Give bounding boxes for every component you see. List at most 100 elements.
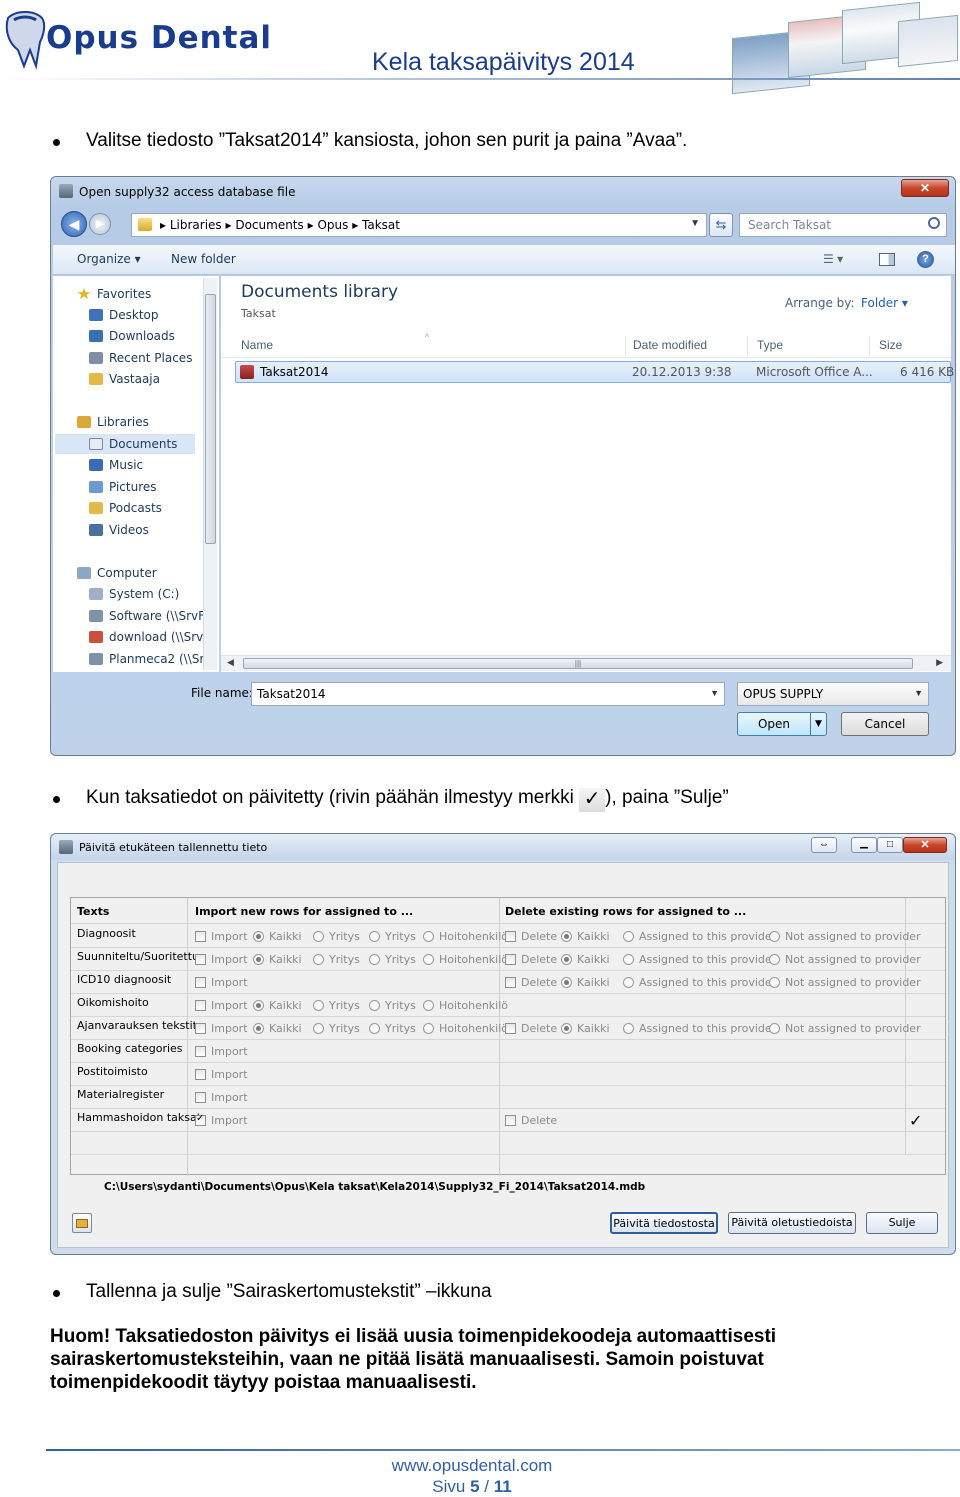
nav-desktop[interactable]: Desktop [89, 305, 159, 325]
import-option-radio[interactable]: Hoitohenkilö [423, 948, 508, 971]
nav-vastaaja[interactable]: Vastaaja [89, 369, 160, 389]
footer-url[interactable]: www.opusdental.com [0, 1456, 944, 1476]
import-checkbox[interactable]: ✓ Import [195, 1109, 248, 1132]
delete-option-radio[interactable]: Assigned to this provider [623, 971, 776, 994]
file-name-input[interactable]: Taksat2014 ▼ [251, 682, 725, 706]
nav-downloads[interactable]: Downloads [89, 326, 175, 346]
back-button[interactable]: ◀ [61, 211, 87, 237]
delete-option-radio[interactable]: Kaikki [561, 1017, 610, 1040]
delete-option-radio[interactable]: Not assigned to provider [769, 925, 921, 948]
delete-checkbox[interactable]: Delete [505, 925, 557, 948]
nav-videos[interactable]: Videos [89, 520, 149, 540]
preview-pane-icon[interactable] [879, 253, 895, 266]
import-option-radio[interactable]: Kaikki [253, 1017, 302, 1040]
import-option-radio[interactable]: Kaikki [253, 925, 302, 948]
delete-option-radio[interactable]: Not assigned to provider [769, 1017, 921, 1040]
update-from-defaults-button[interactable]: Päivitä oletustiedoista [728, 1212, 856, 1234]
breadcrumb-libraries[interactable]: Libraries [170, 218, 222, 232]
nav-recent-places[interactable]: Recent Places [89, 348, 192, 368]
import-checkbox[interactable]: Import [195, 1040, 248, 1063]
col-size[interactable]: Size [879, 332, 902, 358]
open-dropdown-icon[interactable]: ▼ [810, 713, 826, 735]
arrange-by-dropdown[interactable]: Folder ▾ [861, 296, 908, 310]
chevron-down-icon[interactable]: ▼ [914, 688, 923, 698]
forward-button[interactable]: ▶ [89, 213, 111, 235]
import-option-radio[interactable]: Yritys [369, 994, 416, 1017]
import-option-radio[interactable]: Yritys [369, 948, 416, 971]
minimize-button[interactable]: ▁ [851, 837, 877, 853]
delete-option-radio[interactable]: Not assigned to provider [769, 948, 921, 971]
scroll-left-icon[interactable]: ◀ [227, 657, 234, 668]
import-checkbox[interactable]: Import [195, 994, 248, 1017]
organize-menu[interactable]: Organize ▾ [77, 252, 141, 266]
col-date-modified[interactable]: Date modified [633, 332, 707, 358]
nav-planmeca2[interactable]: Planmeca2 (\\Srv [89, 649, 211, 669]
nav-documents[interactable]: Documents [55, 434, 195, 454]
horizontal-scrollbar[interactable]: ◀ ||| ▶ [221, 655, 951, 671]
close-button[interactable]: ✕ [903, 837, 947, 853]
nav-pictures[interactable]: Pictures [89, 477, 157, 497]
nav-system-c[interactable]: System (C:) [89, 584, 179, 604]
delete-checkbox[interactable]: Delete [505, 948, 557, 971]
nav-computer[interactable]: Computer [77, 563, 157, 583]
close-button[interactable]: ✕ [901, 179, 949, 197]
breadcrumb-opus[interactable]: Opus [317, 218, 348, 232]
import-checkbox[interactable]: Import [195, 1017, 248, 1040]
file-type-filter[interactable]: OPUS SUPPLY ▼ [737, 682, 929, 706]
delete-checkbox[interactable]: Delete [505, 971, 557, 994]
maximize-button[interactable]: □ [877, 837, 903, 853]
restore-button[interactable]: ⇔ [811, 837, 837, 853]
close-dialog-button[interactable]: Sulje [866, 1212, 938, 1234]
update-from-file-button[interactable]: Päivitä tiedostosta [610, 1212, 718, 1234]
cancel-button[interactable]: Cancel [841, 712, 929, 736]
help-icon[interactable]: ? [917, 251, 934, 268]
import-option-radio[interactable]: Yritys [313, 994, 360, 1017]
delete-option-radio[interactable]: Assigned to this provider [623, 925, 776, 948]
import-option-radio[interactable]: Yritys [369, 1017, 416, 1040]
breadcrumb-taksat[interactable]: Taksat [362, 218, 400, 232]
search-input[interactable]: Search Taksat [739, 213, 947, 237]
delete-option-radio[interactable]: Kaikki [561, 971, 610, 994]
import-option-radio[interactable]: Hoitohenkilö [423, 1017, 508, 1040]
delete-option-radio[interactable]: Kaikki [561, 948, 610, 971]
import-checkbox[interactable]: Import [195, 1086, 248, 1109]
delete-option-radio[interactable]: Kaikki [561, 925, 610, 948]
import-checkbox[interactable]: Import [195, 971, 248, 994]
view-options-icon[interactable]: ☰ ▾ [823, 252, 843, 266]
h-scroll-thumb[interactable]: ||| [243, 658, 913, 669]
col-type[interactable]: Type [757, 332, 783, 358]
scroll-right-icon[interactable]: ▶ [936, 657, 943, 668]
import-option-radio[interactable]: Yritys [313, 925, 360, 948]
address-dropdown-icon[interactable]: ▼ [690, 218, 700, 229]
new-folder-button[interactable]: New folder [171, 252, 236, 266]
delete-checkbox[interactable]: Delete [505, 1109, 557, 1132]
breadcrumb-documents[interactable]: Documents [235, 218, 303, 232]
address-bar[interactable]: ▸ Libraries ▸ Documents ▸ Opus ▸ Taksat … [131, 213, 707, 237]
nav-libraries[interactable]: Libraries [77, 412, 149, 432]
refresh-button[interactable]: ⇆ [709, 213, 733, 237]
nav-download[interactable]: download (\\Srvf [89, 627, 207, 647]
import-option-radio[interactable]: Kaikki [253, 994, 302, 1017]
nav-podcasts[interactable]: Podcasts [89, 498, 162, 518]
import-option-radio[interactable]: Yritys [313, 948, 360, 971]
import-option-radio[interactable]: Hoitohenkilö [423, 994, 508, 1017]
nav-music[interactable]: Music [89, 455, 143, 475]
import-option-radio[interactable]: Yritys [369, 925, 416, 948]
file-row[interactable]: Taksat2014 20.12.2013 9:38 Microsoft Off… [235, 361, 954, 383]
nav-favorites[interactable]: Favorites [77, 284, 151, 304]
delete-option-radio[interactable]: Assigned to this provider [623, 1017, 776, 1040]
nav-scroll-thumb[interactable] [205, 294, 216, 544]
delete-option-radio[interactable]: Assigned to this provider [623, 948, 776, 971]
import-checkbox[interactable]: Import [195, 925, 248, 948]
import-checkbox[interactable]: Import [195, 1063, 248, 1086]
nav-software[interactable]: Software (\\SrvFi [89, 606, 208, 626]
col-name[interactable]: Name [241, 332, 273, 358]
nav-scrollbar[interactable] [203, 278, 217, 670]
open-button[interactable]: Open ▼ [737, 712, 827, 736]
delete-checkbox[interactable]: Delete [505, 1017, 557, 1040]
delete-option-radio[interactable]: Not assigned to provider [769, 971, 921, 994]
chevron-down-icon[interactable]: ▼ [710, 688, 719, 698]
import-option-radio[interactable]: Hoitohenkilö [423, 925, 508, 948]
import-checkbox[interactable]: Import [195, 948, 248, 971]
import-option-radio[interactable]: Yritys [313, 1017, 360, 1040]
